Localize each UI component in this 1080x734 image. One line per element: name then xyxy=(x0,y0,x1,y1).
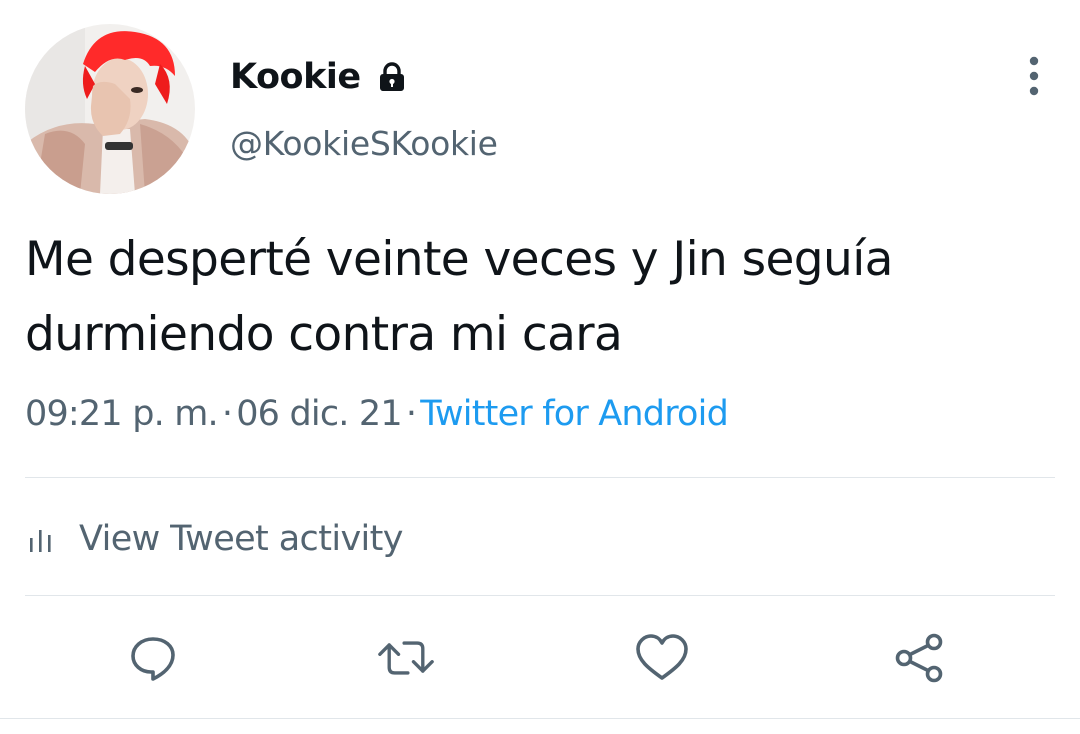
meta-separator: · xyxy=(221,394,233,434)
divider xyxy=(25,477,1055,478)
heart-icon xyxy=(636,634,688,680)
tweet-source-link[interactable]: Twitter for Android xyxy=(420,394,729,434)
retweet-button[interactable] xyxy=(378,630,434,686)
tweet-date[interactable]: 06 dic. 21 xyxy=(236,394,402,434)
more-options-button[interactable] xyxy=(1014,54,1054,98)
reply-button[interactable] xyxy=(125,630,181,686)
tweet-meta: 09:21 p. m. · 06 dic. 21 · Twitter for Andro… xyxy=(25,394,729,434)
avatar[interactable] xyxy=(25,24,195,194)
reply-icon xyxy=(131,637,175,681)
user-name-row[interactable]: Kookie xyxy=(230,54,409,100)
share-icon xyxy=(895,633,943,683)
lock-icon xyxy=(375,60,409,94)
user-handle[interactable]: @KookieSKookie xyxy=(230,124,498,163)
more-vertical-icon xyxy=(1029,56,1039,96)
like-button[interactable] xyxy=(634,630,690,686)
share-button[interactable] xyxy=(892,630,948,686)
divider xyxy=(0,718,1080,719)
divider xyxy=(25,595,1055,596)
view-tweet-activity-button[interactable]: View Tweet activity xyxy=(25,512,404,566)
retweet-icon xyxy=(378,641,434,675)
display-name[interactable]: Kookie xyxy=(230,57,361,97)
view-tweet-activity-label: View Tweet activity xyxy=(79,519,404,559)
tweet-text: Me desperté veinte veces y Jin seguía du… xyxy=(25,232,893,362)
bar-chart-icon xyxy=(25,522,59,556)
meta-separator: · xyxy=(405,394,417,434)
avatar-photo xyxy=(25,24,195,194)
tweet-time[interactable]: 09:21 p. m. xyxy=(25,394,219,434)
